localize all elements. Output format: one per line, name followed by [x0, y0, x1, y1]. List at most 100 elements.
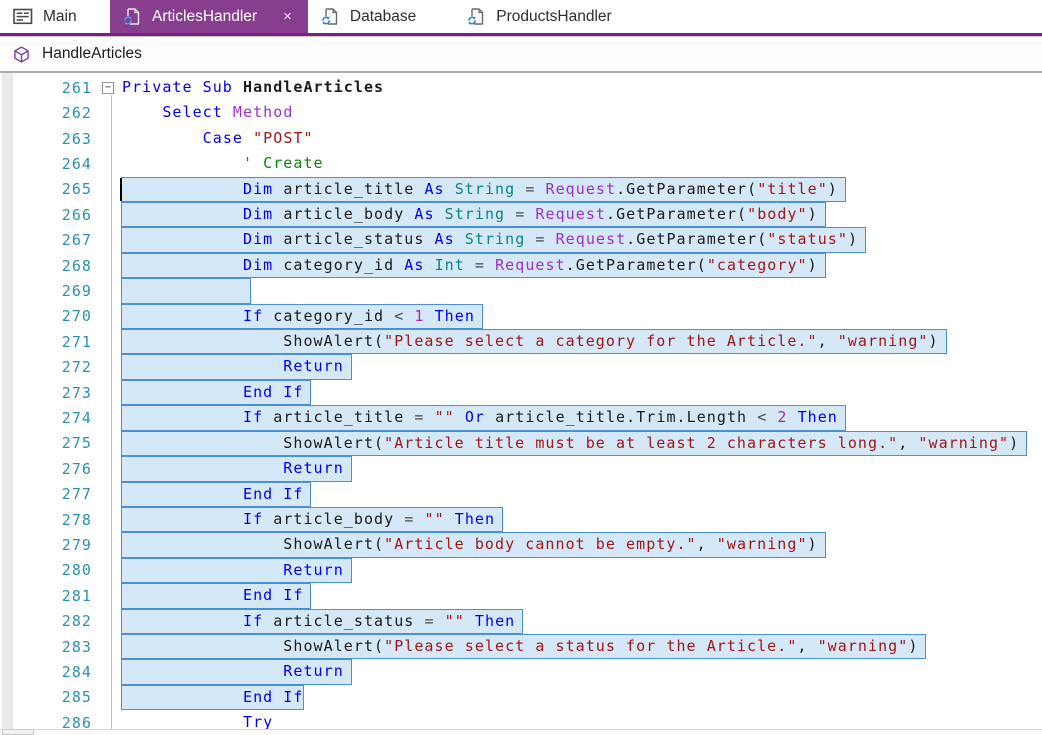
code-token: Case	[202, 128, 243, 147]
tab-database[interactable]: Database	[308, 0, 438, 33]
line-number[interactable]: 280	[0, 561, 92, 579]
line-number[interactable]: 262	[0, 104, 92, 122]
code-line[interactable]: 284 Return	[0, 659, 1042, 685]
code-line[interactable]: 261− Private Sub HandleArticles	[0, 75, 1042, 100]
code-line[interactable]: 268 Dim category_id As Int = Request.Get…	[0, 252, 1042, 279]
line-number[interactable]: 271	[0, 333, 92, 351]
code-token: ,	[898, 433, 919, 452]
line-number[interactable]: 284	[0, 663, 92, 681]
code-line[interactable]: 271 ShowAlert("Please select a category …	[0, 329, 1042, 355]
line-number[interactable]: 276	[0, 460, 92, 478]
code-line[interactable]: 282 If article_status = "" Then	[0, 608, 1042, 634]
line-number[interactable]: 269	[0, 282, 92, 300]
fold-column: −	[92, 81, 122, 94]
code-token: "Please select a status for the Article.…	[384, 636, 798, 655]
code-text: End If	[122, 583, 303, 608]
line-number[interactable]: 264	[0, 155, 92, 173]
tab-productshandler[interactable]: ProductsHandler	[454, 0, 633, 33]
line-number[interactable]: 261	[0, 79, 92, 97]
line-number[interactable]: 273	[0, 384, 92, 402]
line-number[interactable]: 265	[0, 180, 92, 198]
code-text: Return	[122, 659, 344, 684]
code-token: =	[525, 179, 536, 198]
code-line[interactable]: 264 ' Create	[0, 151, 1042, 176]
code-line[interactable]: 274 If article_title = "" Or article_tit…	[0, 405, 1042, 431]
horizontal-scrollbar[interactable]	[0, 729, 1042, 735]
code-token: "status"	[767, 230, 848, 249]
code-line[interactable]: 269	[0, 278, 1042, 304]
line-number[interactable]: 263	[0, 130, 92, 148]
code-token: If	[242, 306, 264, 325]
code-line[interactable]: 270 If category_id < 1 Then	[0, 303, 1042, 330]
code-line[interactable]: 262 Select Method	[0, 100, 1042, 125]
line-number[interactable]: 277	[0, 485, 92, 503]
code-token: As	[424, 179, 445, 198]
code-text: End If	[122, 685, 303, 710]
line-number[interactable]: 274	[0, 409, 92, 427]
line-number[interactable]: 281	[0, 587, 92, 605]
tab-label: Database	[349, 7, 417, 25]
code-text: Return	[122, 354, 344, 379]
code-line[interactable]: 272 Return	[0, 354, 1042, 380]
line-number[interactable]: 268	[0, 257, 92, 275]
code-token: category_id	[273, 255, 405, 274]
code-text: End If	[122, 380, 303, 405]
code-token: article_status	[273, 230, 435, 249]
code-line[interactable]: 267 Dim article_status As String = Reque…	[0, 227, 1042, 253]
code-text: Return	[122, 456, 344, 481]
code-line[interactable]: 280 Return	[0, 557, 1042, 584]
code-line[interactable]: 265 Dim article_title As String = Reques…	[0, 176, 1042, 203]
line-number[interactable]: 283	[0, 638, 92, 656]
line-number[interactable]: 267	[0, 231, 92, 249]
code-line[interactable]: 283 ShowAlert("Please select a status fo…	[0, 633, 1042, 660]
code-token: As	[414, 205, 435, 224]
code-token: Return	[283, 459, 344, 478]
code-text: Private Sub HandleArticles	[122, 75, 384, 100]
code-token: End If	[242, 586, 304, 605]
code-line[interactable]: 281 End If	[0, 583, 1042, 609]
code-line[interactable]: 266 Dim article_body As String = Request…	[0, 202, 1042, 228]
line-number[interactable]: 282	[0, 612, 92, 630]
code-token: Dim	[242, 205, 274, 224]
code-line[interactable]: 279 ShowAlert("Article body cannot be em…	[0, 532, 1042, 558]
code-text: ' Create	[122, 151, 324, 176]
code-line[interactable]: 278 If article_body = "" Then	[0, 506, 1042, 533]
code-editor[interactable]: 261− Private Sub HandleArticles 262 Select…	[0, 73, 1042, 735]
code-token: Or	[464, 408, 485, 427]
line-number[interactable]: 275	[0, 434, 92, 452]
close-icon[interactable]: ×	[281, 9, 294, 24]
code-line[interactable]: 285 End If	[0, 684, 1042, 711]
class-icon	[321, 7, 340, 26]
tab-articleshandler[interactable]: ArticlesHandler ×	[110, 0, 308, 33]
code-token: String	[454, 179, 516, 198]
tab-label: ProductsHandler	[496, 7, 612, 25]
scrollbar-corner	[2, 729, 34, 735]
code-line[interactable]: 263 Case "POST"	[0, 126, 1042, 151]
collapse-marker-icon[interactable]: −	[102, 81, 114, 94]
tab-main[interactable]: Main	[0, 0, 110, 33]
code-token: <	[394, 306, 405, 325]
code-token: Then	[474, 611, 516, 630]
line-number[interactable]: 266	[0, 206, 92, 224]
code-text: Dim article_status As String = Request.G…	[122, 227, 858, 252]
code-line[interactable]: 275 ShowAlert("Article title must be at …	[0, 430, 1042, 457]
line-number[interactable]: 278	[0, 511, 92, 529]
line-number[interactable]: 272	[0, 358, 92, 376]
code-line[interactable]: 273 End If	[0, 379, 1042, 406]
code-line[interactable]: 277 End If	[0, 481, 1042, 507]
line-number[interactable]: 279	[0, 536, 92, 554]
code-token: "Please select a category for the Articl…	[384, 332, 818, 351]
line-number[interactable]: 285	[0, 688, 92, 706]
cube-icon	[13, 45, 30, 63]
code-line[interactable]: 276 Return	[0, 456, 1042, 482]
line-number[interactable]: 270	[0, 307, 92, 325]
